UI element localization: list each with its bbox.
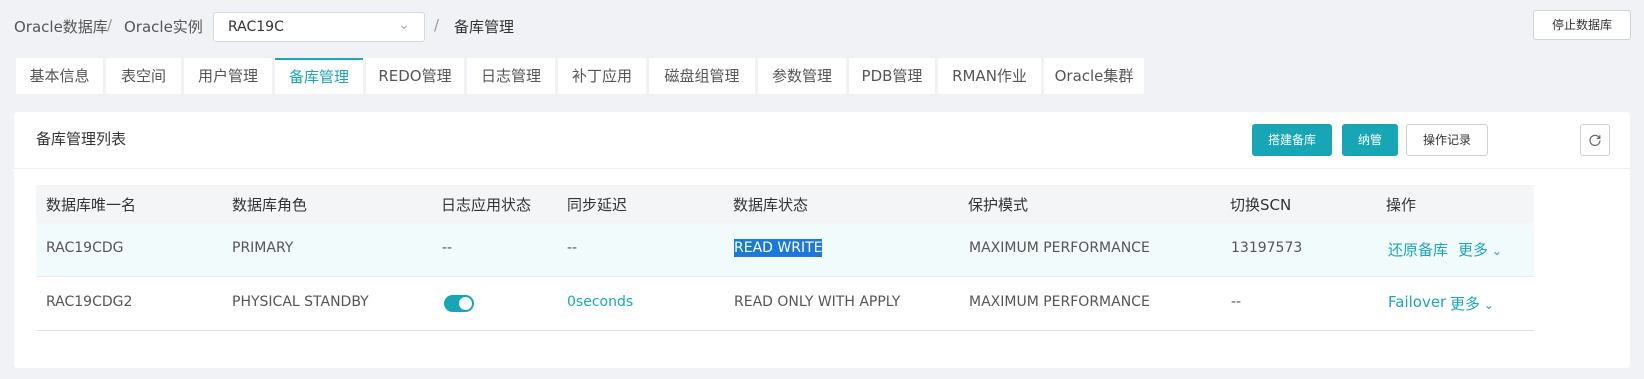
tab-basic-info[interactable]: 基本信息 <box>16 58 103 94</box>
breadcrumb-separator: / <box>434 16 440 34</box>
restore-standby-link[interactable]: 还原备库 <box>1388 239 1448 260</box>
panel-title: 备库管理列表 <box>36 130 127 148</box>
instance-select[interactable]: RAC19C ⌄ <box>213 12 425 42</box>
cell-role: PRIMARY <box>232 240 294 256</box>
cell-db-status: READ ONLY WITH APPLY <box>734 294 901 310</box>
column-header-switch-scn: 切换SCN <box>1230 196 1292 214</box>
operation-records-button[interactable]: 操作记录 <box>1406 124 1488 156</box>
cell-unique-name: RAC19CDG <box>46 240 124 256</box>
log-apply-toggle[interactable] <box>444 295 474 312</box>
top-bar: Oracle数据库 / Oracle实例 RAC19C ⌄ / 备库管理 停止数… <box>0 0 1644 52</box>
cell-switch-scn: 13197573 <box>1231 240 1303 256</box>
tab-rman-jobs[interactable]: RMAN作业 <box>938 58 1041 94</box>
cell-db-status: READ WRITE <box>734 239 823 257</box>
column-header-db-status: 数据库状态 <box>733 196 809 214</box>
more-actions-link[interactable]: 更多 ⌄ <box>1458 239 1502 260</box>
instance-select-value: RAC19C <box>228 19 284 35</box>
table-header: 数据库唯一名 数据库角色 日志应用状态 同步延迟 数据库状态 保护模式 切换SC… <box>36 185 1534 223</box>
cell-unique-name: RAC19CDG2 <box>46 294 133 310</box>
column-header-unique-name: 数据库唯一名 <box>46 196 137 214</box>
breadcrumb-oracle-instance[interactable]: Oracle实例 <box>124 16 203 37</box>
stop-database-button[interactable]: 停止数据库 <box>1533 10 1631 40</box>
tab-oracle-cluster[interactable]: Oracle集群 <box>1044 58 1144 94</box>
toggle-knob <box>459 297 472 310</box>
cell-switch-scn: -- <box>1231 294 1242 310</box>
tab-redo-management[interactable]: REDO管理 <box>366 58 464 94</box>
standby-list-panel: 备库管理列表 搭建备库 纳管 操作记录 数据库唯一名 数据库角色 日志应用状态 … <box>14 112 1630 368</box>
more-actions-link[interactable]: 更多 ⌄ <box>1450 293 1494 314</box>
panel-divider <box>14 168 1630 169</box>
cell-sync-delay: -- <box>567 240 578 256</box>
breadcrumb-oracle-db[interactable]: Oracle数据库 <box>14 16 108 37</box>
chevron-down-icon: ⌄ <box>1488 244 1502 258</box>
tab-user-management[interactable]: 用户管理 <box>184 58 272 94</box>
cell-role: PHYSICAL STANDBY <box>232 294 369 310</box>
tab-standby-management[interactable]: 备库管理 <box>275 58 363 94</box>
cell-protection-mode: MAXIMUM PERFORMANCE <box>969 240 1150 256</box>
cell-log-apply: -- <box>442 240 453 256</box>
cell-sync-delay[interactable]: 0seconds <box>567 294 633 310</box>
failover-link[interactable]: Failover <box>1388 293 1446 311</box>
table-row: RAC19CDG2 PHYSICAL STANDBY 0seconds READ… <box>36 277 1534 331</box>
tab-pdb-management[interactable]: PDB管理 <box>849 58 935 94</box>
chevron-down-icon: ⌄ <box>1480 298 1494 312</box>
tab-patch-apply[interactable]: 补丁应用 <box>558 58 646 94</box>
table-row: RAC19CDG PRIMARY -- -- READ WRITE MAXIMU… <box>36 223 1534 277</box>
build-standby-button[interactable]: 搭建备库 <box>1252 124 1332 156</box>
column-header-protection-mode: 保护模式 <box>968 196 1029 214</box>
tab-diskgroup-management[interactable]: 磁盘组管理 <box>649 58 755 94</box>
breadcrumb-current: 备库管理 <box>454 18 515 36</box>
tab-log-management[interactable]: 日志管理 <box>467 58 555 94</box>
breadcrumb-separator: / <box>107 16 113 34</box>
selected-text: READ WRITE <box>734 239 823 257</box>
manage-button[interactable]: 纳管 <box>1342 124 1398 156</box>
tab-tablespace[interactable]: 表空间 <box>106 58 181 94</box>
column-header-sync-delay: 同步延迟 <box>567 196 628 214</box>
refresh-icon <box>1589 134 1601 146</box>
chevron-down-icon: ⌄ <box>398 17 410 33</box>
tab-parameter-management[interactable]: 参数管理 <box>758 58 846 94</box>
cell-protection-mode: MAXIMUM PERFORMANCE <box>969 294 1150 310</box>
column-header-actions: 操作 <box>1386 196 1417 214</box>
column-header-log-apply: 日志应用状态 <box>441 196 532 214</box>
column-header-role: 数据库角色 <box>232 196 308 214</box>
refresh-button[interactable] <box>1580 124 1610 156</box>
